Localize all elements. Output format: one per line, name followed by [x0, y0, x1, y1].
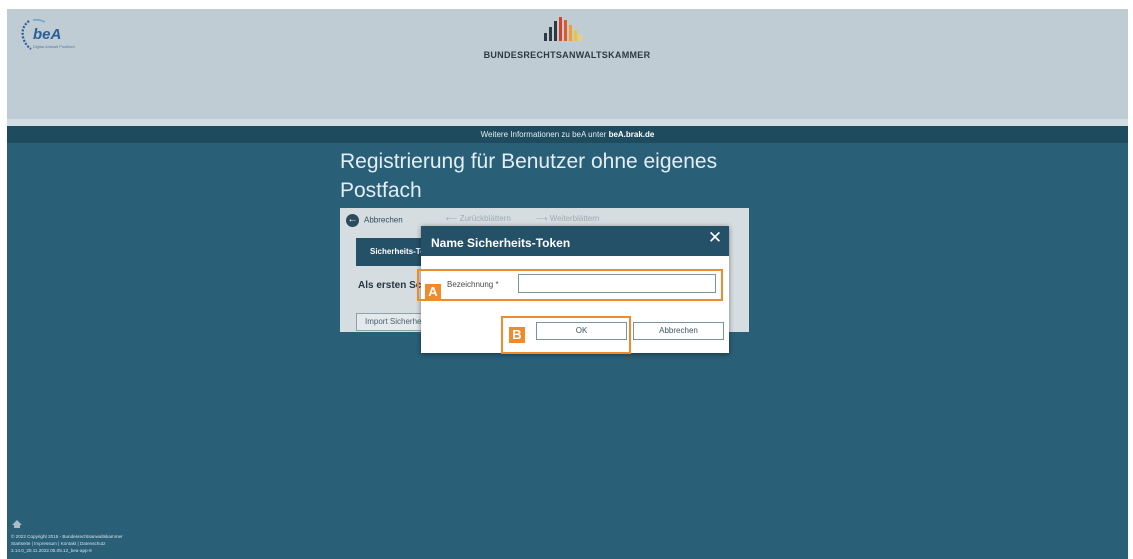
marker-b: B: [509, 327, 525, 343]
header-stripe: [7, 119, 1128, 126]
cancel-button[interactable]: Abbrechen: [633, 322, 724, 340]
import-token-button[interactable]: Import Sicherheits-Token: [356, 313, 428, 331]
highlight-a: [417, 269, 723, 301]
footer-links[interactable]: Startseite | Impressum | Kontakt | Daten…: [11, 540, 301, 547]
app-frame: beA Digital Antwalt Postfach BUNDESRECHT…: [7, 9, 1128, 559]
bea-logo[interactable]: beA Digital Antwalt Postfach: [15, 19, 75, 51]
footer: © 2022 Copyright 2015 - Bundesrechtsanwa…: [7, 519, 307, 559]
toolbar-cancel-label: Abbrechen: [364, 215, 403, 225]
info-bar-link[interactable]: beA.brak.de: [609, 130, 655, 139]
toolbar-cancel[interactable]: ← Abbrechen: [346, 214, 403, 227]
toolbar-forward[interactable]: ⟶ Weiterblättern: [536, 214, 599, 223]
brak-title: BUNDESRECHTSANWALTSKAMMER: [483, 50, 651, 60]
info-bar: Weitere Informationen zu beA unter beA.b…: [7, 126, 1128, 143]
info-bar-text: Weitere Informationen zu beA unter: [480, 130, 609, 139]
bea-logo-tagline: Digital Antwalt Postfach: [33, 44, 75, 49]
footer-copyright: © 2022 Copyright 2015 - Bundesrechtsanwa…: [11, 534, 123, 539]
bea-logo-text: beA: [33, 26, 62, 43]
footer-version: 3.14.0_20.11.2022.05.05.12_bea-app-8: [11, 548, 92, 553]
footer-text: © 2022 Copyright 2015 - Bundesrechtsanwa…: [11, 533, 301, 554]
arrow-right-icon: ⟶: [536, 214, 550, 223]
dialog-title: Name Sicherheits-Token: [431, 236, 571, 250]
site-header: beA Digital Antwalt Postfach BUNDESRECHT…: [7, 9, 1128, 126]
page-title: Registrierung für Benutzer ohne eigenes …: [340, 150, 718, 202]
toolbar-back[interactable]: ⟵ Zurückblättern: [446, 214, 511, 223]
brak-bars-icon: [544, 17, 582, 41]
marker-a: A: [425, 284, 441, 300]
dialog-header: Name Sicherheits-Token ✕: [421, 226, 729, 256]
home-icon: [12, 520, 22, 528]
toolbar-forward-label: Weiterblättern: [549, 214, 600, 223]
arrow-left-circle-icon: ←: [346, 214, 359, 227]
arrow-left-icon: ⟵: [446, 214, 460, 223]
close-icon[interactable]: ✕: [707, 229, 723, 247]
brak-logo: BUNDESRECHTSANWALTSKAMMER: [482, 17, 652, 63]
toolbar-back-label: Zurückblättern: [459, 214, 511, 223]
